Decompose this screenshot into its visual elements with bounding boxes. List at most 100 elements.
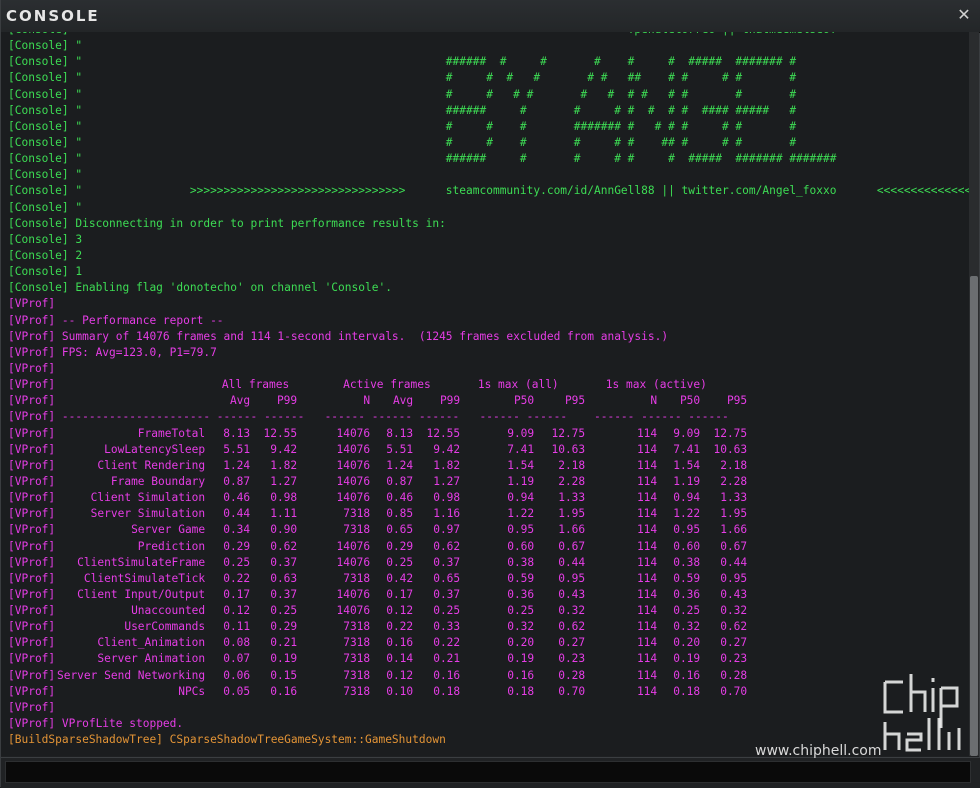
table-row: [VProf] Server Game 0.34 0.90 7318 0.65 0.97 0.… — [8, 522, 971, 538]
table-cell: 0.16 — [386, 636, 414, 650]
table-cell: N — [363, 394, 371, 408]
table-cell: 14076 — [336, 426, 371, 440]
scrollbar[interactable] — [969, 32, 979, 756]
log-message: -- Performance report -- — [55, 313, 224, 327]
table-row: [VProf] Client Rendering 1.24 1.82 14076 1.24… — [8, 458, 971, 474]
table-group-header: [VProf] All frames Active frames 1s max … — [8, 377, 971, 393]
table-cell: 0.95 — [507, 523, 535, 537]
log-message: Enabling flag 'donotecho' on channel 'Co… — [68, 281, 392, 295]
command-input[interactable] — [5, 761, 971, 783]
table-cell: 7318 — [343, 668, 371, 682]
table-row-label: Prediction — [137, 539, 206, 553]
table-cell: 1.24 — [223, 458, 251, 472]
table-cell: Avg — [392, 394, 414, 408]
table-row: [VProf] Prediction 0.29 0.62 14076 0.29 0.62 0.… — [8, 539, 971, 555]
log-message: " ###### # # # # # ##### ####### # — [68, 55, 797, 69]
table-cell: 0.14 — [386, 652, 414, 666]
table-cell: 0.46 — [223, 491, 251, 505]
log-channel-tag: [VProf] — [8, 668, 56, 682]
title-bar[interactable]: CONSOLE ✕ — [1, 0, 980, 33]
log-channel-tag: [Console] — [8, 200, 69, 214]
table-row-label: Client Simulation — [90, 491, 206, 505]
table-cell: 0.19 — [270, 652, 298, 666]
table-cell: 114 — [636, 474, 658, 488]
table-cell: 0.10 — [386, 684, 414, 698]
table-cell: 0.16 — [270, 684, 298, 698]
log-message: " ###### # # # # # ##### ####### ####### — [68, 152, 837, 166]
table-cell: P50 — [679, 394, 701, 408]
table-cell: 114 — [636, 668, 658, 682]
table-cell: 114 — [636, 587, 658, 601]
table-group-labels: All frames Active frames 1s max (all) 1s… — [215, 378, 707, 392]
log-message: " — [68, 168, 83, 182]
table-row-label: Client Rendering — [97, 458, 206, 472]
table-row: [VProf] ClientSimulateFrame 0.25 0.37 14076 0… — [8, 555, 971, 571]
table-cell: 0.16 — [673, 668, 701, 682]
table-row: [VProf] ClientSimulateTick 0.22 0.63 7318 0.4… — [8, 571, 971, 587]
table-row-label: Client_Animation — [97, 636, 206, 650]
table-row-label: Server Send Networking — [56, 668, 206, 682]
table-cell: 14076 — [336, 555, 371, 569]
table-row-label: LowLatencySleep — [104, 442, 206, 456]
log-channel-tag: [VProf] — [8, 313, 56, 327]
table-row-label: ClientSimulateTick — [83, 571, 206, 585]
log-message: Summary of 14076 frames and 114 1-second… — [55, 329, 669, 343]
log-line: [Console] " # # # ####### # # # # # # # — [8, 119, 971, 135]
table-cell: 0.43 — [720, 587, 748, 601]
log-line: [VProf] — [8, 296, 971, 312]
table-cell: P50 — [513, 394, 535, 408]
table-cell: 0.32 — [558, 604, 586, 618]
log-channel-tag: [Console] — [8, 71, 69, 85]
log-message: " >>>>>>>>>>>>>>>>>>>>>>>>>>>>>>>> steam… — [75, 184, 971, 198]
table-cell: 0.16 — [433, 668, 461, 682]
table-row: [VProf] Server Simulation 0.44 1.11 7318 0.85… — [8, 506, 971, 522]
table-cell: 7318 — [343, 636, 371, 650]
table-cell: 1.27 — [270, 474, 298, 488]
table-cell: 0.94 — [673, 491, 701, 505]
table-cell: 0.17 — [386, 587, 414, 601]
console-output[interactable]: [Console] " !pendletorreo || thatmeemels… — [1, 32, 971, 756]
table-cell: Avg — [229, 394, 251, 408]
log-line: [Console] " ###### # # # # # ##### #####… — [8, 151, 971, 167]
log-channel-tag: [Console] — [8, 87, 69, 101]
table-cell: 1.24 — [386, 458, 414, 472]
table-row-label: Frame Boundary — [110, 474, 206, 488]
table-cell: 114 — [636, 523, 658, 537]
log-channel-tag: [Console] — [8, 232, 69, 246]
table-cell: 0.29 — [270, 620, 298, 634]
log-channel-tag: [VProf] — [8, 571, 56, 585]
table-cell: 1.19 — [673, 474, 701, 488]
table-cell: 0.65 — [433, 571, 461, 585]
log-line: [Console] " — [8, 167, 971, 183]
table-row-label: NPCs — [178, 684, 206, 698]
log-channel-tag: [VProf] — [8, 620, 56, 634]
log-channel-tag: [Console] — [8, 184, 69, 198]
table-cell: 1.22 — [507, 507, 535, 521]
table-cell: 114 — [636, 539, 658, 553]
log-channel-tag: [VProf] — [8, 345, 56, 359]
table-row-label: Unaccounted — [131, 604, 206, 618]
table-cell: 0.62 — [558, 620, 586, 634]
log-channel-tag: [Console] — [8, 119, 69, 133]
table-cell: 0.44 — [720, 555, 748, 569]
log-channel-tag: [VProf] — [8, 587, 56, 601]
log-message: 2 — [68, 248, 83, 262]
log-channel-tag: [Console] — [8, 216, 69, 230]
console-window: CONSOLE ✕ [Console] " !pendletorreo || t… — [0, 0, 980, 788]
table-cell: N — [650, 394, 658, 408]
close-icon[interactable]: ✕ — [955, 6, 973, 24]
table-cell: 0.87 — [386, 474, 414, 488]
table-cell: 0.94 — [507, 491, 535, 505]
table-cell: 0.29 — [223, 539, 251, 553]
table-cell: 0.34 — [223, 523, 251, 537]
table-column-header: [VProf] Avg P99 N Avg P99 P50 P95 N P50 P95 — [8, 393, 971, 409]
table-row-label: ClientSimulateFrame — [77, 555, 206, 569]
table-cell: 0.44 — [223, 507, 251, 521]
table-row-label: Server Simulation — [90, 507, 206, 521]
table-cell: 0.28 — [720, 668, 748, 682]
table-cell: 14076 — [336, 442, 371, 456]
table-cell: 10.63 — [551, 442, 586, 456]
table-cell: 1.95 — [558, 507, 586, 521]
log-channel-tag: [VProf] — [8, 410, 56, 424]
scrollbar-thumb[interactable] — [970, 276, 978, 756]
